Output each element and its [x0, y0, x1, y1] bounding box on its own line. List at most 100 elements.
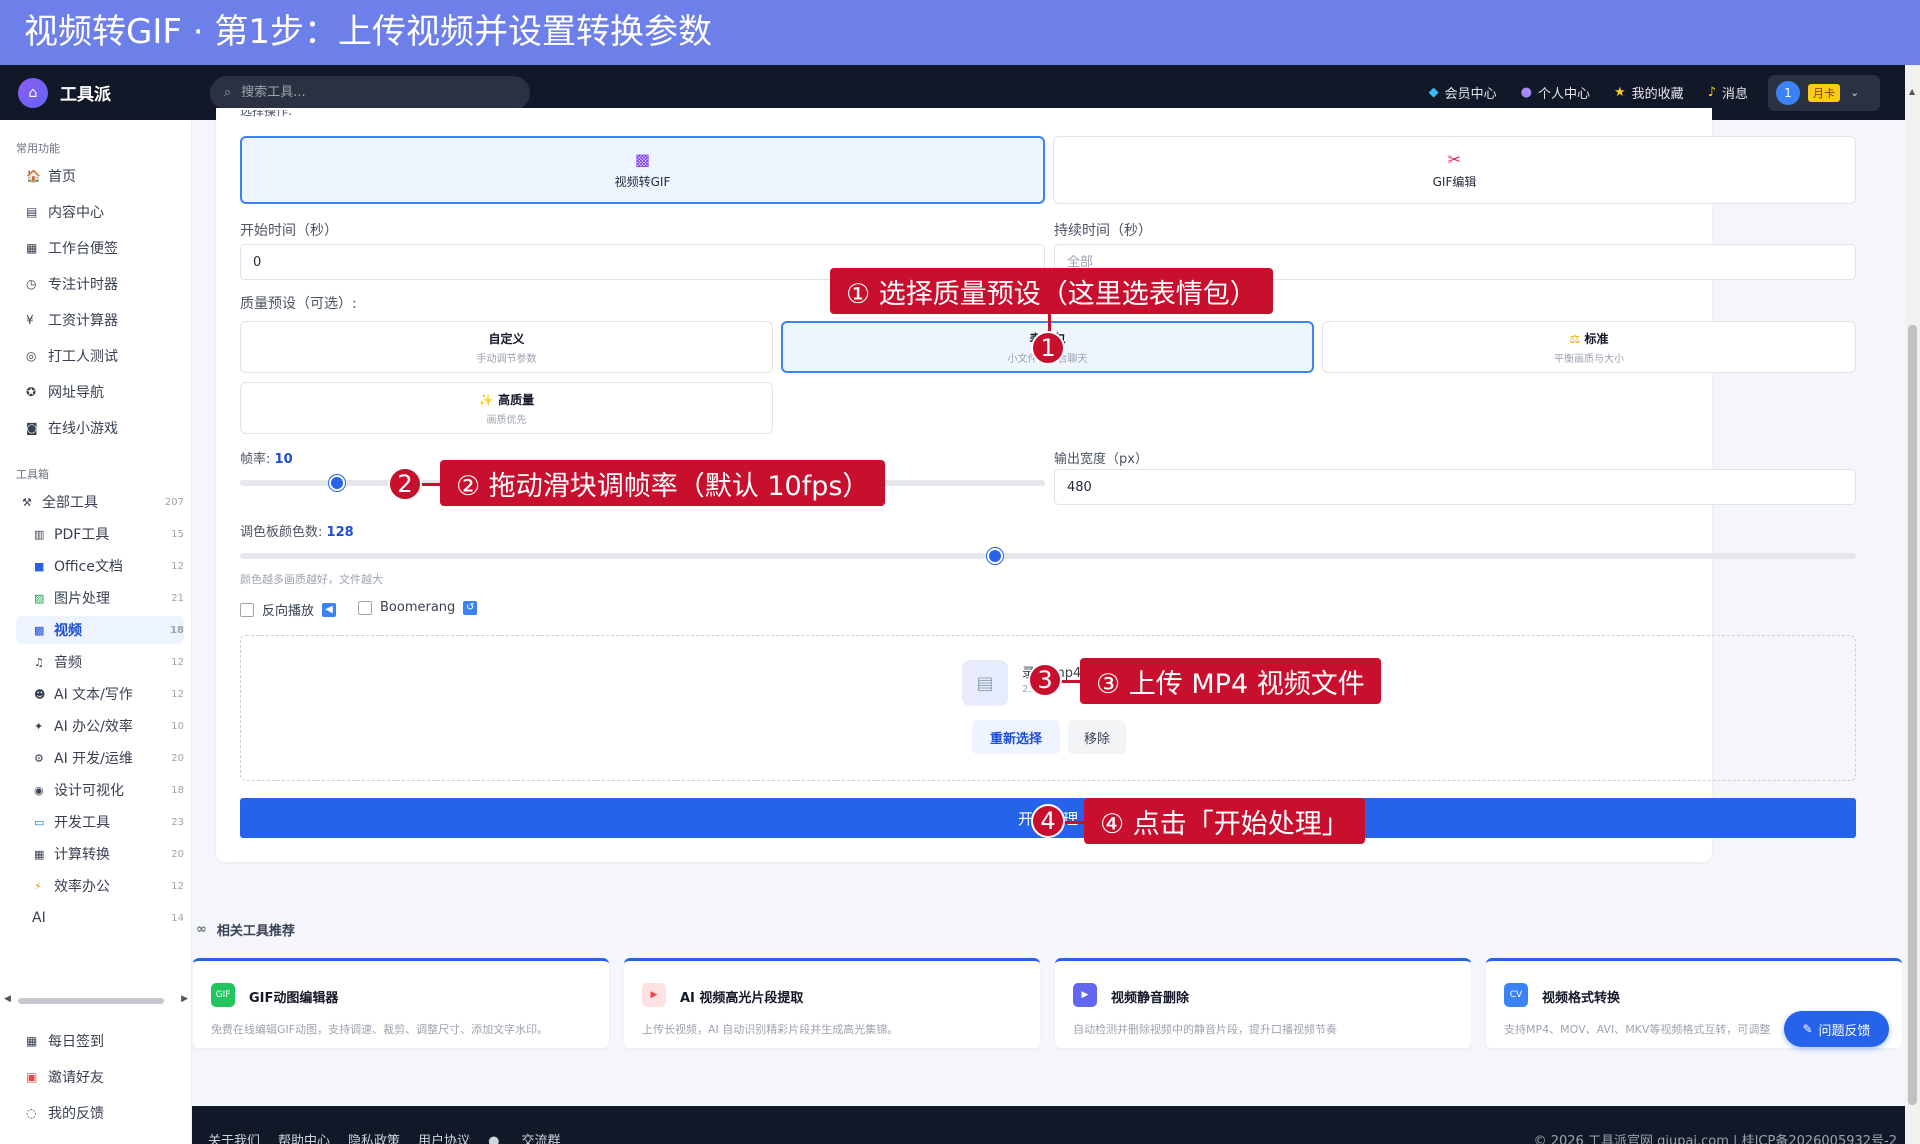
preset-title: 高质量	[498, 392, 535, 407]
sidebar-item-video[interactable]: ▩ 视频 18	[16, 616, 184, 644]
sidebar-item-count: 20	[171, 752, 184, 764]
footer-link-help[interactable]: 帮助中心	[278, 1130, 330, 1144]
annotation-2-callout: ② 拖动滑块调帧率（默认 10fps）	[440, 460, 886, 506]
logo[interactable]: ⌂ 工具派	[18, 77, 192, 108]
width-input[interactable]	[1067, 479, 1855, 495]
footer: 关于我们 帮助中心 隐私政策 用户协议 ● 交流群 © 2026 工具派官网 q…	[192, 1106, 1905, 1144]
sidebar-item-dev-tools[interactable]: ▭ 开发工具 23	[16, 808, 184, 836]
file-icon: ▤	[962, 660, 1008, 706]
convert-icon: CV	[1504, 983, 1528, 1007]
duration-label: 持续时间（秒）	[1054, 223, 1152, 239]
annotation-4-callout: ④ 点击「开始处理」	[1084, 798, 1365, 844]
checkbox-box[interactable]	[358, 600, 372, 615]
palette-slider[interactable]	[240, 553, 1856, 559]
related-card-highlight[interactable]: ▶ AI 视频高光片段提取 上传长视频，AI 自动识别精彩片段并生成高光集锦。	[624, 958, 1040, 1048]
fps-label-text: 帧率:	[240, 452, 271, 467]
sidebar-item-ai-dev[interactable]: ⚙ AI 开发/运维 20	[16, 744, 184, 772]
sidebar-item-content[interactable]: ▤ 内容中心	[26, 201, 104, 223]
user-menu[interactable]: 1 月卡 ⌄	[1768, 74, 1880, 111]
preset-high-quality[interactable]: ✨ 高质量 画质优先	[240, 382, 773, 434]
nav-vip-center[interactable]: ◆ 会员中心	[1429, 83, 1497, 102]
footer-link-about[interactable]: 关于我们	[208, 1130, 260, 1144]
scroll-up-icon[interactable]: ▲	[1909, 87, 1915, 96]
boomerang-checkbox[interactable]: Boomerang ↺	[358, 600, 478, 615]
annotation-1-marker: 1	[1031, 331, 1065, 365]
feedback-float-button[interactable]: ✎ 问题反馈	[1784, 1011, 1889, 1047]
timer-icon: ◷	[26, 277, 37, 291]
preset-standard[interactable]: ⚖ 标准 平衡画质与大小	[1322, 321, 1856, 373]
nav-favorites[interactable]: ★ 我的收藏	[1614, 83, 1684, 102]
related-card-silence-remove[interactable]: ▶ 视频静音删除 自动检测并删除视频中的静音片段，提升口播视频节奏	[1055, 958, 1471, 1048]
sidebar-item-label: 图片处理	[54, 591, 110, 607]
annotation-4-marker: 4	[1031, 804, 1065, 838]
footer-link-privacy[interactable]: 隐私政策	[348, 1130, 400, 1144]
sidebar-item-home[interactable]: 🏠 首页	[26, 165, 76, 187]
sidebar-item-timer[interactable]: ◷ 专注计时器	[26, 273, 118, 295]
sidebar-item-label: 内容中心	[48, 205, 104, 221]
clapperboard-icon: ▩	[634, 150, 651, 169]
nav-messages[interactable]: ♪ 消息	[1708, 83, 1748, 102]
sidebar-item-efficiency[interactable]: ⚡ 效率办公 12	[16, 872, 184, 900]
sidebar-item-pdf[interactable]: ▥ PDF工具 15	[16, 520, 184, 548]
search-input[interactable]	[241, 85, 502, 100]
sidebar-item-label: 我的反馈	[48, 1106, 104, 1122]
related-tools-title: ∞ 相关工具推荐	[196, 920, 295, 939]
sidebar-item-all-tools[interactable]: ⚒ 全部工具 207	[16, 488, 184, 516]
preset-custom[interactable]: 自定义 手动调节参数	[240, 321, 773, 373]
remove-button[interactable]: 移除	[1068, 720, 1126, 754]
sidebar-item-feedback[interactable]: ◌ 我的反馈	[26, 1102, 104, 1124]
upload-dropzone[interactable]	[240, 635, 1856, 781]
reverse-checkbox[interactable]: 反向播放 ◀	[240, 600, 337, 619]
preset-desc: 画质优先	[486, 414, 527, 426]
sidebar-item-ai[interactable]: AI 14	[16, 904, 184, 932]
calendar-icon: ▦	[26, 1034, 38, 1048]
sidebar-item-calc[interactable]: ▦ 计算转换 20	[16, 840, 184, 868]
op-video-to-gif-button[interactable]: ▩ 视频转GIF	[240, 136, 1045, 204]
tutorial-title-banner: 视频转GIF · 第1步：上传视频并设置转换参数	[0, 0, 1920, 65]
sidebar-item-url-nav[interactable]: ✪ 网址导航	[26, 381, 104, 403]
sidebar-item-label: 开发工具	[54, 815, 110, 831]
scrollbar-thumb[interactable]	[1908, 325, 1917, 1105]
sidebar-item-office[interactable]: ■ Office文档 12	[16, 552, 184, 580]
sidebar-item-image[interactable]: ▨ 图片处理 21	[16, 584, 184, 612]
fps-slider-thumb[interactable]	[328, 475, 345, 491]
sidebar-item-checkin[interactable]: ▦ 每日签到	[26, 1030, 104, 1052]
scrollbar-thumb[interactable]	[18, 998, 164, 1004]
checkbox-box[interactable]	[240, 602, 254, 617]
palette-slider-thumb[interactable]	[986, 548, 1003, 564]
reselect-button[interactable]: 重新选择	[972, 720, 1060, 754]
sidebar-item-count: 20	[171, 848, 184, 860]
money-icon: ¥	[26, 313, 34, 327]
sidebar-item-audio[interactable]: ♫ 音频 12	[16, 648, 184, 676]
sidebar-item-games[interactable]: ◙ 在线小游戏	[26, 417, 118, 439]
sparkle-icon: ✦	[34, 719, 44, 733]
footer-link-group[interactable]: ● 交流群	[488, 1130, 579, 1144]
sidebar-item-notes[interactable]: ▦ 工作台便签	[26, 237, 118, 259]
search-box[interactable]: ⌕	[210, 75, 530, 110]
related-card-name: AI 视频高光片段提取	[680, 991, 804, 1006]
sidebar-item-label: 网址导航	[48, 385, 104, 401]
footer-link-terms[interactable]: 用户协议	[418, 1130, 470, 1144]
related-card-gif-editor[interactable]: GIF GIF动图编辑器 免费在线编辑GIF动图，支持调速、裁剪、调整尺寸、添加…	[193, 958, 609, 1048]
gift-icon: ▣	[26, 1070, 38, 1084]
width-field[interactable]	[1054, 469, 1856, 505]
video-mute-icon: ▶	[1073, 983, 1097, 1007]
sidebar-item-worker-test[interactable]: ◎ 打工人测试	[26, 345, 118, 367]
page-vertical-scrollbar[interactable]: ▲	[1905, 65, 1920, 1144]
sidebar-item-ai-office[interactable]: ✦ AI 办公/效率 10	[16, 712, 184, 740]
sidebar-horizontal-scrollbar[interactable]: ◀ ▶	[4, 994, 188, 1006]
scissors-icon: ✂	[1447, 150, 1462, 169]
sidebar-item-count: 21	[171, 592, 184, 604]
annotation-3-marker: 3	[1028, 663, 1062, 697]
sidebar-item-count: 12	[171, 880, 184, 892]
scroll-right-icon[interactable]: ▶	[181, 994, 188, 1004]
nav-vip-label: 会员中心	[1444, 87, 1497, 102]
sidebar-item-invite[interactable]: ▣ 邀请好友	[26, 1066, 104, 1088]
width-label: 输出宽度（px）	[1054, 452, 1148, 467]
nav-personal-center[interactable]: ● 个人中心	[1521, 83, 1590, 102]
sidebar-item-ai-writing[interactable]: ☻ AI 文本/写作 12	[16, 680, 184, 708]
sidebar-item-design[interactable]: ◉ 设计可视化 18	[16, 776, 184, 804]
op-gif-edit-button[interactable]: ✂ GIF编辑	[1053, 136, 1856, 204]
sidebar-item-salary[interactable]: ¥ 工资计算器	[26, 309, 118, 331]
scroll-left-icon[interactable]: ◀	[4, 994, 11, 1004]
